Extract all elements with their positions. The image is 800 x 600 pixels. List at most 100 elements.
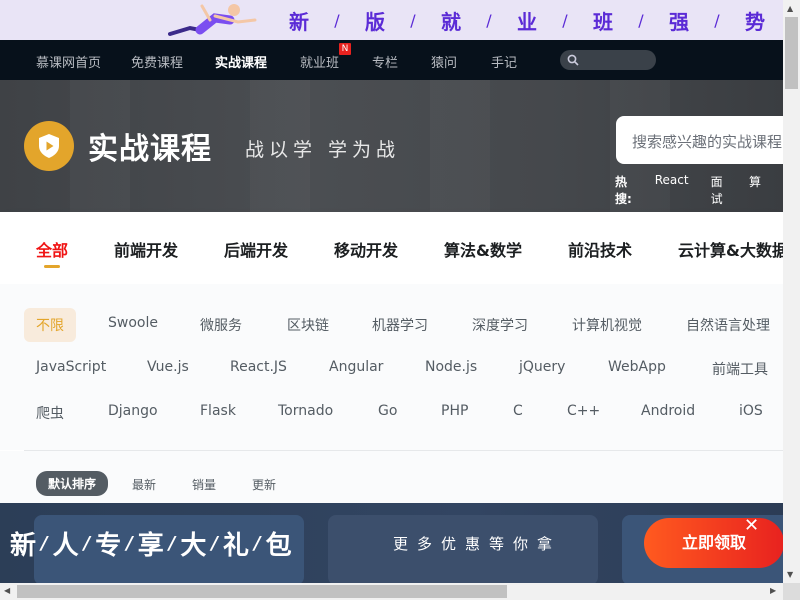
practical-course-logo xyxy=(24,121,74,171)
filter-tag[interactable]: Android xyxy=(641,403,695,419)
nav-search-input[interactable] xyxy=(560,50,656,70)
filter-tag[interactable]: 区块链 xyxy=(287,315,329,335)
promo-banner[interactable]: 新 / 版 / 就 / 业 / 班 / 强 / 势 xyxy=(0,0,783,40)
nav-item-notes[interactable]: 手记 xyxy=(491,52,517,71)
vertical-scrollbar[interactable]: ▲ ▼ xyxy=(783,0,800,583)
nav-item-label: 就业班 xyxy=(300,56,340,71)
promo-slogan: 新 / 版 / 就 / 业 / 班 / 强 / 势 xyxy=(280,6,774,34)
hot-search-item[interactable]: 面试 xyxy=(711,173,727,207)
category-tabs: 全部 前端开发 后端开发 移动开发 算法&数学 前沿技术 云计算&大数据 xyxy=(0,212,783,284)
filter-tag[interactable]: PHP xyxy=(441,403,468,419)
filter-tag[interactable]: 自然语言处理 xyxy=(686,315,770,335)
nav-item-practical-courses[interactable]: 实战课程 xyxy=(215,52,267,71)
hot-searches: 热搜: React 面试 算 xyxy=(615,173,783,207)
tab-frontier-tech[interactable]: 前沿技术 xyxy=(568,237,632,261)
page-title: 实战课程 xyxy=(88,132,212,167)
gift-title-separator: / xyxy=(211,533,218,554)
nav-item-home[interactable]: 慕课网首页 xyxy=(36,52,101,71)
gift-title-char: 专 xyxy=(95,531,122,561)
filter-tag[interactable]: React.JS xyxy=(230,359,287,375)
tab-algorithm-math[interactable]: 算法&数学 xyxy=(444,237,522,261)
filter-tag[interactable]: 前端工具 xyxy=(712,359,768,379)
slogan-char: 强 xyxy=(669,9,689,34)
sort-sales[interactable]: 销量 xyxy=(192,476,216,493)
hot-search-item[interactable]: React xyxy=(655,173,689,207)
tab-mobile[interactable]: 移动开发 xyxy=(334,237,398,261)
nav-item-free-courses[interactable]: 免费课程 xyxy=(131,52,183,71)
slogan-separator: / xyxy=(334,10,340,30)
filter-tag[interactable]: 深度学习 xyxy=(472,315,528,335)
filter-tag[interactable]: jQuery xyxy=(519,359,565,375)
active-tab-underline xyxy=(44,265,60,268)
slogan-separator: / xyxy=(410,10,416,30)
filter-tag[interactable]: 机器学习 xyxy=(372,315,428,335)
close-icon[interactable]: ✕ xyxy=(744,515,759,536)
filter-tag[interactable]: Node.js xyxy=(425,359,477,375)
claim-now-button[interactable]: 立即领取 xyxy=(644,518,783,568)
gift-subtitle: 更多优惠等你拿 xyxy=(393,535,562,553)
slogan-separator: / xyxy=(638,10,644,30)
hot-search-label: 热搜: xyxy=(615,175,632,206)
slogan-separator: / xyxy=(486,10,492,30)
filter-tag[interactable]: 爬虫 xyxy=(36,403,64,423)
filter-tag[interactable]: 计算机视觉 xyxy=(572,315,642,335)
scroll-right-arrow-icon[interactable]: ▶ xyxy=(770,586,776,595)
filter-tag[interactable]: 微服务 xyxy=(200,315,242,335)
slogan-char: 版 xyxy=(365,9,385,34)
top-nav: 慕课网首页 免费课程 实战课程 就业班 N 专栏 猿问 手记 xyxy=(0,40,783,80)
scroll-up-arrow-icon[interactable]: ▲ xyxy=(787,4,793,13)
horizontal-scrollbar[interactable]: ◀ ▶ xyxy=(0,583,783,600)
filter-tag[interactable]: Vue.js xyxy=(147,359,189,375)
tab-cloud-bigdata[interactable]: 云计算&大数据 xyxy=(678,237,783,261)
gift-title-char: 礼 xyxy=(222,531,249,561)
scroll-down-arrow-icon[interactable]: ▼ xyxy=(787,570,793,579)
filter-tag[interactable]: JavaScript xyxy=(36,359,106,375)
slogan-separator: / xyxy=(562,10,568,30)
sort-newest[interactable]: 最新 xyxy=(132,476,156,493)
filter-tag[interactable]: Go xyxy=(378,403,397,419)
search-icon xyxy=(567,54,579,66)
slogan-char: 业 xyxy=(517,9,537,34)
gift-title-char: 享 xyxy=(137,531,164,561)
filter-tag[interactable]: Angular xyxy=(329,359,383,375)
filter-tag[interactable]: Flask xyxy=(200,403,236,419)
new-badge: N xyxy=(339,43,352,55)
vertical-scrollbar-thumb[interactable] xyxy=(785,17,798,89)
gift-title-separator: / xyxy=(41,533,48,554)
hero-banner: 实战课程 战以学 学为战 搜索感兴趣的实战课程 热搜: React 面试 算 xyxy=(0,80,783,212)
sort-bar: 默认排序 最新 销量 更新 xyxy=(0,451,783,503)
gift-title-char: 包 xyxy=(265,531,292,561)
filter-tag[interactable]: iOS xyxy=(739,403,763,419)
filter-tag[interactable]: C xyxy=(513,403,523,419)
filter-tag[interactable]: Django xyxy=(108,403,158,419)
tag-filters: 不限 Swoole 微服务 区块链 机器学习 深度学习 计算机视觉 自然语言处理… xyxy=(0,284,783,450)
filter-tag[interactable]: 不限 xyxy=(24,308,76,342)
gift-title-separator: / xyxy=(253,533,261,554)
filter-tag[interactable]: C++ xyxy=(567,403,600,419)
sort-updated[interactable]: 更新 xyxy=(252,476,276,493)
scroll-left-arrow-icon[interactable]: ◀ xyxy=(4,586,10,595)
course-search-input[interactable]: 搜索感兴趣的实战课程 xyxy=(616,116,783,164)
gift-title-separator: / xyxy=(168,533,176,554)
nav-item-qa[interactable]: 猿问 xyxy=(431,52,457,71)
nav-item-career-class[interactable]: 就业班 N xyxy=(300,43,352,71)
slogan-char: 新 xyxy=(289,9,309,34)
tab-backend[interactable]: 后端开发 xyxy=(224,237,288,261)
filter-tag[interactable]: WebApp xyxy=(608,359,666,375)
sort-default[interactable]: 默认排序 xyxy=(36,471,109,496)
filter-tag[interactable]: Swoole xyxy=(108,315,158,331)
hot-search-item[interactable]: 算 xyxy=(749,173,761,207)
nav-item-column[interactable]: 专栏 xyxy=(372,52,398,71)
tab-all[interactable]: 全部 xyxy=(36,237,68,261)
gift-title-char: 人 xyxy=(52,531,79,561)
shield-play-icon xyxy=(39,134,59,158)
gift-title: 新 / 人 / 专 / 享 / 大 / 礼 / 包 xyxy=(10,525,292,562)
tab-frontend[interactable]: 前端开发 xyxy=(114,237,178,261)
horizontal-scrollbar-thumb[interactable] xyxy=(17,585,507,598)
page-subtitle: 战以学 学为战 xyxy=(245,139,401,161)
slogan-char: 就 xyxy=(441,9,461,34)
search-placeholder: 搜索感兴趣的实战课程 xyxy=(632,133,783,151)
slogan-char: 势 xyxy=(745,9,765,34)
new-user-gift-banner[interactable]: 新 / 人 / 专 / 享 / 大 / 礼 / 包 更多优惠等你拿 立即领取 ✕ xyxy=(0,503,783,583)
filter-tag[interactable]: Tornado xyxy=(278,403,333,419)
